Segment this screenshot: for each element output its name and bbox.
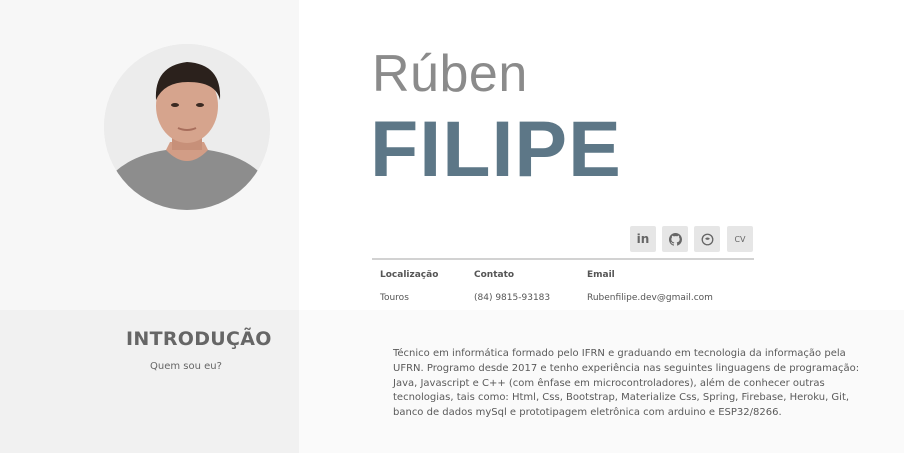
info-divider (372, 258, 754, 260)
location-value: Touros (380, 293, 409, 303)
email-value[interactable]: Rubenfilipe.dev@gmail.com (587, 293, 713, 303)
intro-title: INTRODUÇÃO (126, 328, 272, 350)
contact-value: (84) 9815-93183 (474, 293, 551, 303)
email-label: Email (587, 270, 615, 280)
first-name: Rúben (372, 45, 528, 103)
contact-label: Contato (474, 270, 515, 280)
chat-icon (701, 233, 713, 245)
chat-button[interactable] (694, 226, 720, 252)
avatar (104, 44, 270, 210)
intro-text: Técnico em informática formado pelo IFRN… (393, 348, 860, 419)
intro-subtitle: Quem sou eu? (150, 361, 222, 372)
github-button[interactable] (662, 226, 688, 252)
linkedin-button[interactable]: in (630, 226, 656, 252)
cv-icon: CV (734, 234, 746, 244)
last-name: FILIPE (370, 104, 622, 193)
cv-button[interactable]: CV (727, 226, 753, 252)
github-icon (668, 232, 682, 246)
linkedin-icon: in (636, 232, 650, 246)
location-label: Localização (380, 270, 439, 280)
